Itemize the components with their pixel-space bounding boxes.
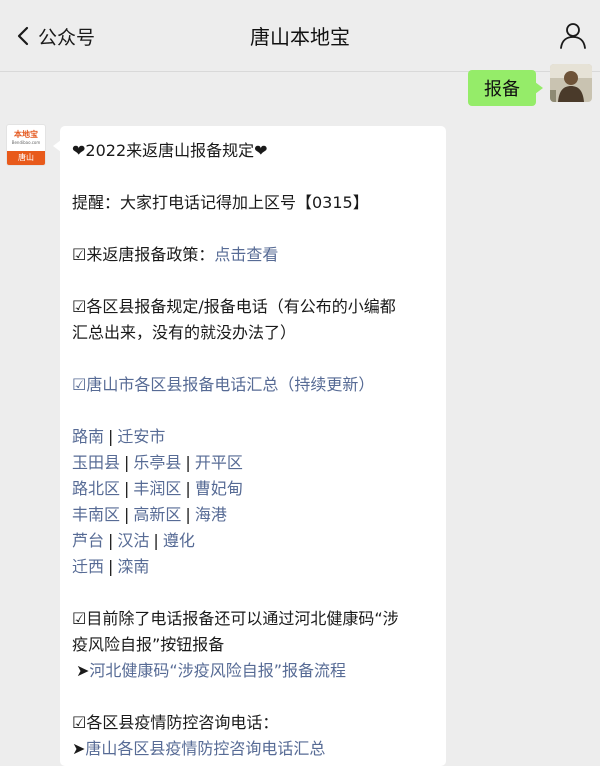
consult-link[interactable]: 唐山各区县疫情防控咨询电话汇总 — [85, 739, 325, 758]
health-code-text-line-2: 疫风险自报”按钮报备 — [72, 635, 225, 654]
district-link[interactable]: 滦南 — [117, 557, 149, 576]
account-logo: 本地宝 Bendibao.com — [11, 130, 41, 145]
district-link[interactable]: 丰润区 — [133, 479, 181, 498]
district-link[interactable]: 遵化 — [163, 531, 195, 550]
district-link[interactable]: 路南 — [72, 427, 104, 446]
district-row: 路南 | 迁安市 — [72, 427, 166, 446]
policy-label: ☑来返唐报备政策： — [72, 245, 215, 264]
district-row: 迁西 | 滦南 — [72, 557, 150, 576]
policy-link[interactable]: 点击查看 — [214, 245, 278, 264]
account-avatar[interactable]: 本地宝 Bendibao.com 唐山 — [6, 124, 46, 166]
district-link[interactable]: 玉田县 — [72, 453, 120, 472]
summary-link[interactable]: ☑唐山市各区县报备电话汇总（持续更新） — [72, 372, 436, 398]
person-icon[interactable] — [558, 20, 588, 50]
health-code-link-line: ➤河北健康码“涉疫风险自报”报备流程 — [72, 658, 436, 684]
district-link[interactable]: 乐亭县 — [133, 453, 181, 472]
district-link[interactable]: 路北区 — [72, 479, 120, 498]
rules-text-line-2: 汇总出来，没有的就没办法了） — [72, 323, 297, 342]
account-logo-city: 唐山 — [7, 151, 45, 165]
district-link[interactable]: 高新区 — [133, 505, 181, 524]
district-link[interactable]: 开平区 — [195, 453, 243, 472]
district-link[interactable]: 曹妃甸 — [195, 479, 243, 498]
outgoing-bubble[interactable]: 报备 — [468, 70, 543, 106]
health-code-link[interactable]: 河北健康码“涉疫风险自报”报备流程 — [89, 661, 346, 680]
policy-line: ☑来返唐报备政策：点击查看 — [72, 242, 436, 268]
page-title: 唐山本地宝 — [250, 25, 350, 49]
district-link[interactable]: 海港 — [195, 505, 227, 524]
arrow-icon: ➤ — [76, 661, 90, 680]
user-avatar[interactable] — [550, 64, 592, 102]
district-row: 路北区 | 丰润区 | 曹妃甸 — [72, 479, 243, 498]
district-row: 芦台 | 汉沽 | 遵化 — [72, 531, 195, 550]
consult-link-line: ➤唐山各区县疫情防控咨询电话汇总 — [72, 736, 436, 762]
message-title: ❤2022来返唐山报备规定❤ — [72, 141, 268, 160]
district-link[interactable]: 丰南区 — [72, 505, 120, 524]
district-link[interactable]: 迁西 — [72, 557, 104, 576]
consult-text: ☑各区县疫情防控咨询电话： — [72, 713, 279, 732]
outgoing-message: 报备 — [392, 62, 592, 106]
district-link[interactable]: 汉沽 — [117, 531, 149, 550]
reminder-text: 提醒：大家打电话记得加上区号【0315】 — [72, 193, 369, 212]
health-code-text-line-1: ☑目前除了电话报备还可以通过河北健康码“涉 — [72, 609, 399, 628]
incoming-message-bubble: ❤2022来返唐山报备规定❤ 提醒：大家打电话记得加上区号【0315】 ☑来返唐… — [53, 126, 446, 766]
arrow-icon: ➤ — [72, 739, 86, 758]
district-link[interactable]: 芦台 — [72, 531, 104, 550]
district-link[interactable]: 迁安市 — [117, 427, 165, 446]
district-row: 丰南区 | 高新区 | 海港 — [72, 505, 227, 524]
rules-text-line-1: ☑各区县报备规定/报备电话（有公布的小编都 — [72, 297, 396, 316]
district-row: 玉田县 | 乐亭县 | 开平区 — [72, 453, 243, 472]
